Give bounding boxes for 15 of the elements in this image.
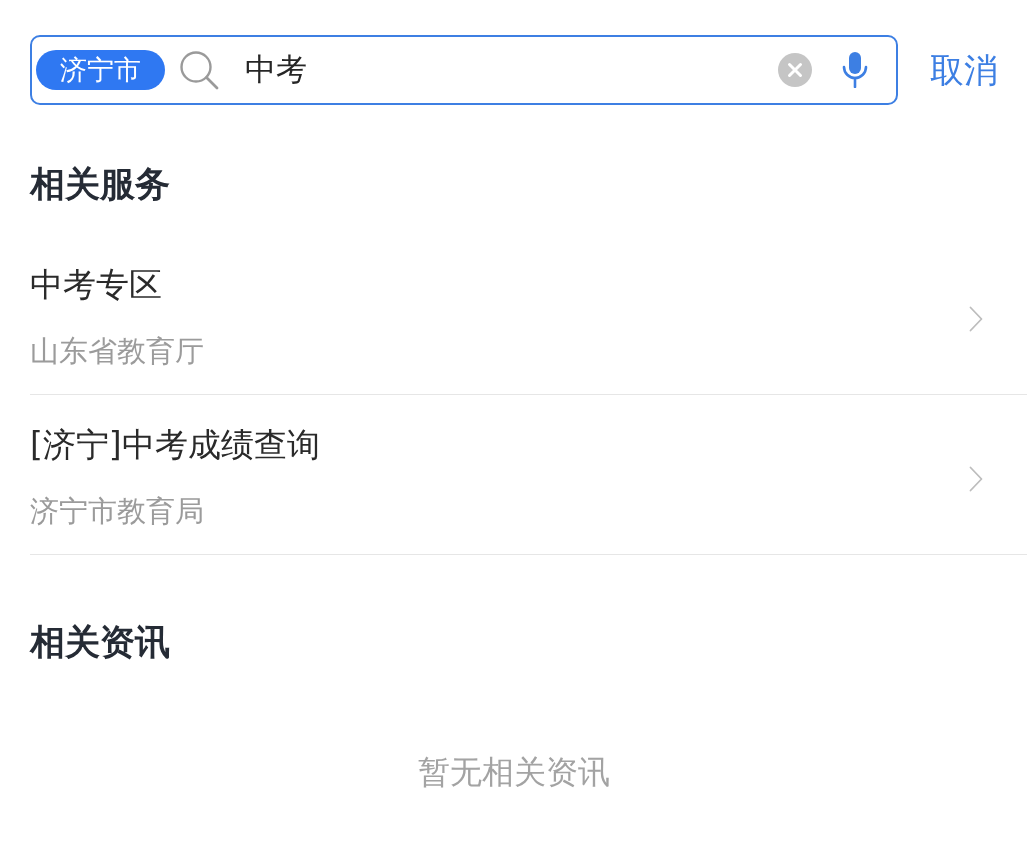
microphone-icon[interactable] <box>842 52 868 88</box>
search-bar[interactable]: 济宁市 中考 <box>30 35 898 105</box>
search-input[interactable]: 中考 <box>245 48 778 92</box>
chevron-icon <box>969 305 983 332</box>
section-heading: 相关服务 <box>30 164 170 204</box>
cancel-button[interactable]: 取消 <box>930 48 998 92</box>
service-provider: 济宁市教育局 <box>30 494 204 530</box>
chevron-icon <box>969 465 983 492</box>
section-heading: 相关资讯 <box>30 622 170 662</box>
service-title[interactable]: 中考专区 <box>30 263 162 307</box>
empty-message: 暂无相关资讯 <box>417 753 610 791</box>
service-provider: 山东省教育厅 <box>30 334 204 370</box>
city-selector[interactable]: 济宁市 <box>36 50 165 90</box>
search-icon <box>179 50 219 90</box>
service-title[interactable]: [济宁]中考成绩查询 <box>30 423 320 467</box>
